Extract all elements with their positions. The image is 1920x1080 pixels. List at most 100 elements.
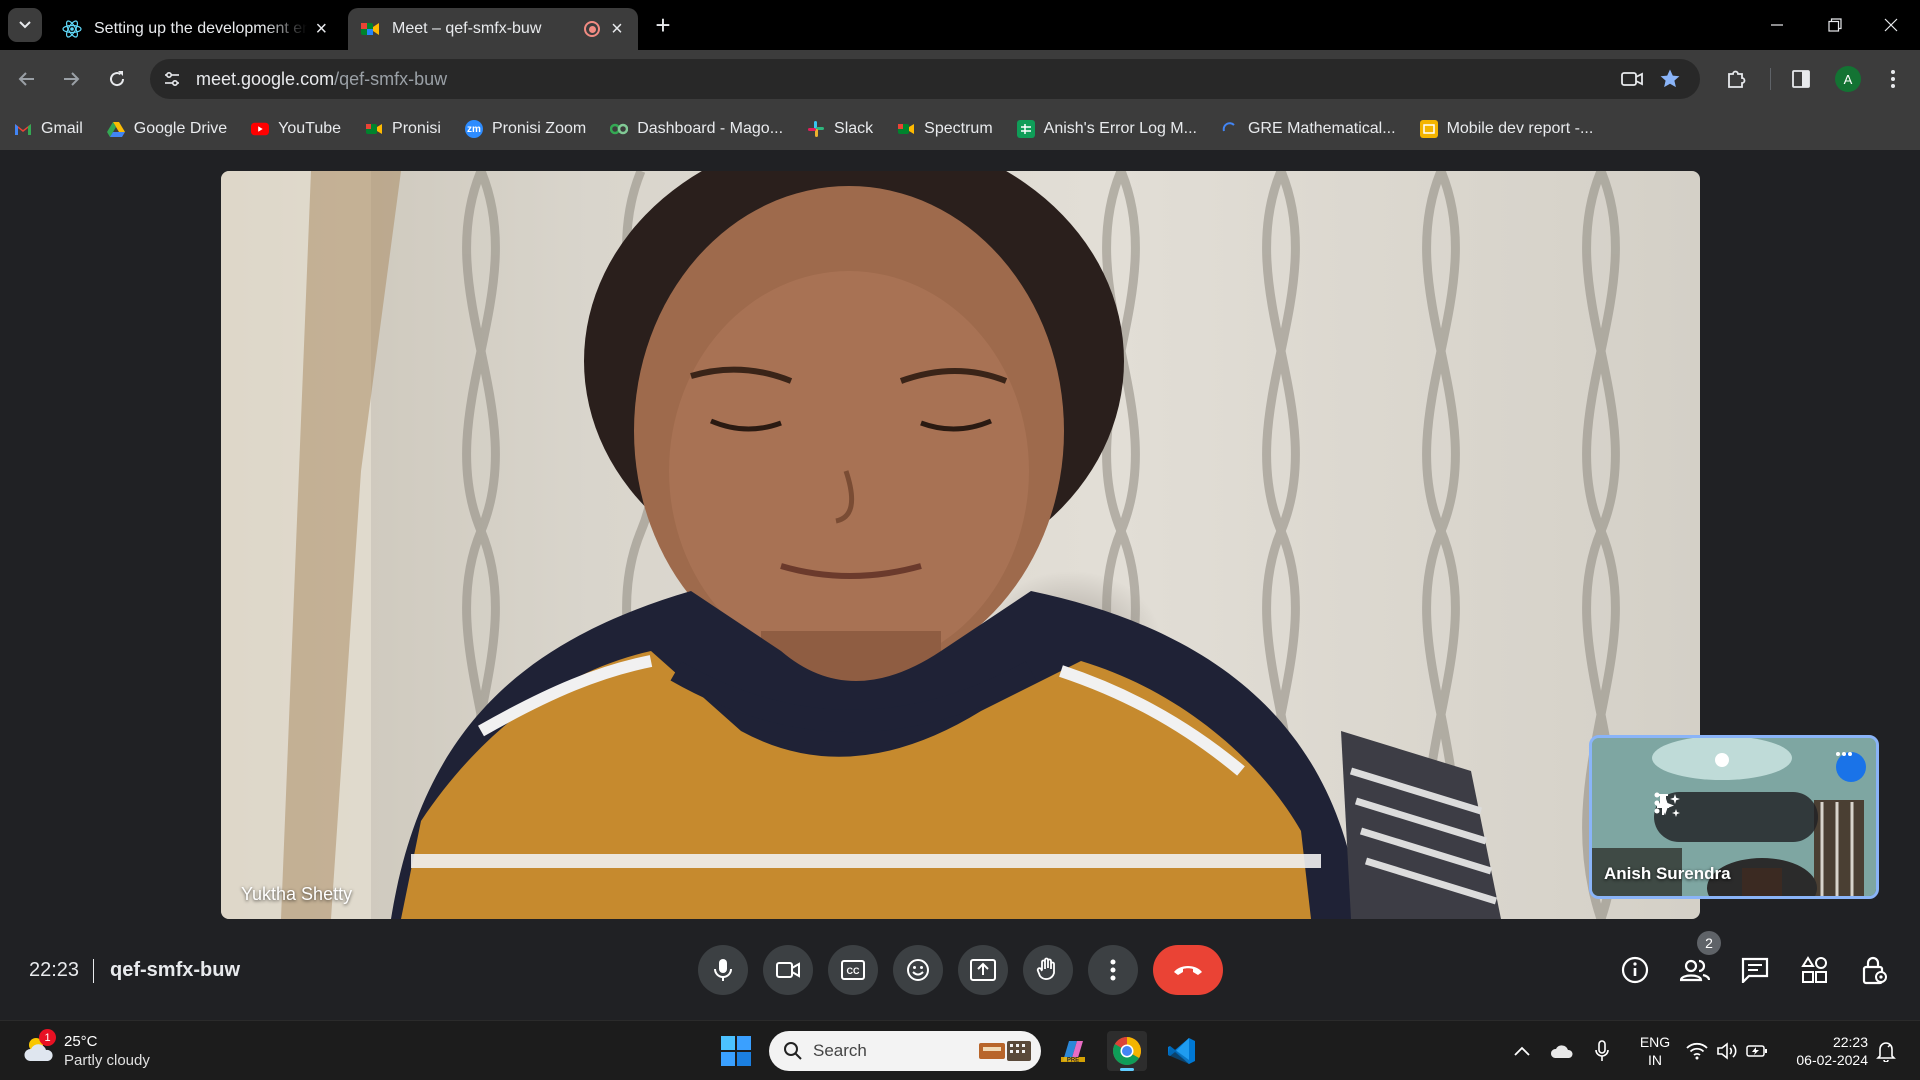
bookmarks-bar: Gmail Google Drive YouTube Pronisi zm Pr… [0,108,1920,150]
more-options-icon[interactable] [1836,752,1866,782]
taskbar-vscode[interactable] [1162,1031,1202,1071]
bookmark-pronisi[interactable]: Pronisi [365,120,441,138]
bookmark-label: Google Drive [133,120,228,137]
more-options-button[interactable] [1088,945,1138,995]
side-panel-icon [1792,70,1810,88]
reload-button[interactable] [102,64,132,94]
forward-button[interactable] [56,64,86,94]
raise-hand-icon [1036,957,1055,980]
host-controls-button[interactable] [1858,953,1892,987]
notifications-button[interactable] [1874,1039,1898,1063]
weather-description[interactable]: Partly cloudy [64,1052,150,1069]
bookmark-label: Pronisi Zoom [491,120,587,137]
meeting-info-divider [93,959,94,983]
microphone-tray-button[interactable] [1590,1039,1614,1063]
people-count-badge: 2 [1697,931,1721,955]
url-text[interactable]: meet.google.com/qef-smfx-buw [196,69,447,90]
minimize-button[interactable] [1748,0,1806,50]
tab-title: Setting up the development environment [94,20,307,37]
emoji-icon [907,959,929,981]
extensions-button[interactable] [1721,64,1751,94]
new-tab-button[interactable]: + [650,10,676,40]
weather-notification-badge: 1 [39,1029,56,1046]
slides-icon [1419,120,1438,138]
wifi-button[interactable] [1685,1039,1709,1063]
taskbar-search-box[interactable]: Search [769,1031,1041,1071]
input-language-indicator[interactable]: ENG IN [1635,1033,1675,1069]
profile-avatar[interactable]: A [1835,66,1861,92]
present-button[interactable] [958,945,1008,995]
close-window-button[interactable] [1862,0,1920,50]
weather-temperature[interactable]: 25°C [64,1033,98,1050]
bookmark-gre[interactable]: GRE Mathematical... [1221,120,1396,138]
chat-button[interactable] [1738,953,1772,987]
bookmark-label: Gmail [41,120,83,137]
taskbar-copilot[interactable]: PRE [1053,1031,1093,1071]
main-participant-name: Yuktha Shetty [241,884,353,904]
visual-effects-icon[interactable] [1656,794,1753,834]
tab-setting-up[interactable]: Setting up the development environment × [50,8,340,50]
arrow-right-icon [64,72,80,86]
chrome-menu-button[interactable] [1878,64,1908,94]
volume-button[interactable] [1715,1039,1739,1063]
self-participant-name: Anish Surendra [1604,864,1731,883]
restore-button[interactable] [1806,0,1864,50]
region-code: IN [1648,1052,1662,1068]
activities-icon [1801,956,1827,983]
raise-hand-button[interactable] [1023,945,1073,995]
slack-icon [807,120,825,138]
side-panel-button[interactable] [1786,64,1816,94]
show-hidden-icons-button[interactable] [1510,1039,1534,1063]
back-button[interactable] [12,64,42,94]
camera-button[interactable] [763,945,813,995]
people-button[interactable] [1678,953,1712,987]
bookmark-google-drive[interactable]: Google Drive [106,120,228,138]
microphone-button[interactable] [698,945,748,995]
host-controls-icon [1862,956,1887,985]
tab-meet[interactable]: Meet – qef-smfx-buw × [348,8,638,50]
meeting-details-button[interactable] [1618,953,1652,987]
kebab-menu-icon[interactable] [1654,792,1802,834]
bookmark-pronisi-zoom[interactable]: zm Pronisi Zoom [464,120,587,138]
main-participant-video[interactable]: Yuktha Shetty [221,171,1700,919]
reload-icon [110,71,125,87]
windows-start-icon[interactable] [720,1035,752,1067]
chat-icon [1741,957,1769,983]
zoom-icon: zm [464,120,483,138]
browser-toolbar: meet.google.com/qef-smfx-buw A [0,50,1920,108]
bookmark-gmail[interactable]: Gmail [14,120,83,138]
chrome-icon [1113,1037,1141,1065]
system-clock[interactable]: 22:23 06-02-2024 [1780,1033,1868,1069]
leave-call-button[interactable] [1153,945,1223,995]
bookmark-label: Anish's Error Log M... [1043,120,1197,137]
tab-search-button[interactable] [8,8,42,42]
captions-button[interactable]: CC [828,945,878,995]
activities-button[interactable] [1798,953,1832,987]
site-settings-icon[interactable] [160,67,184,91]
loading-icon [1221,120,1239,138]
address-bar[interactable]: meet.google.com/qef-smfx-buw [150,59,1700,99]
close-tab-icon[interactable]: × [315,18,328,40]
meet-icon [365,120,383,138]
self-view-tile[interactable]: Anish Surendra [1589,735,1879,899]
bookmark-label: Mobile dev report -... [1446,120,1594,137]
onedrive-button[interactable] [1550,1039,1574,1063]
taskbar-chrome[interactable] [1107,1031,1147,1071]
bookmark-spectrum[interactable]: Spectrum [897,120,993,138]
battery-button[interactable] [1745,1039,1769,1063]
search-icon [784,1042,802,1060]
sheets-icon [1016,120,1035,138]
microphone-icon [1595,1040,1609,1061]
bookmark-slack[interactable]: Slack [807,120,873,138]
camera-in-use-icon[interactable] [1620,67,1644,91]
bookmark-dashboard[interactable]: Dashboard - Mago... [610,120,783,138]
meet-controls-bar: 22:23 qef-smfx-buw CC 2 [0,931,1920,1020]
reactions-button[interactable] [893,945,943,995]
bookmark-youtube[interactable]: YouTube [251,120,341,138]
onedrive-cloud-icon [1550,1045,1573,1058]
bookmark-error-log[interactable]: Anish's Error Log M... [1016,120,1197,138]
bookmark-star-icon[interactable] [1658,67,1682,91]
bookmark-mobile-dev[interactable]: Mobile dev report -... [1419,120,1594,138]
meet-stage: Yuktha Shetty Anish Surendra [0,150,1920,1020]
close-tab-icon[interactable]: × [608,18,626,40]
